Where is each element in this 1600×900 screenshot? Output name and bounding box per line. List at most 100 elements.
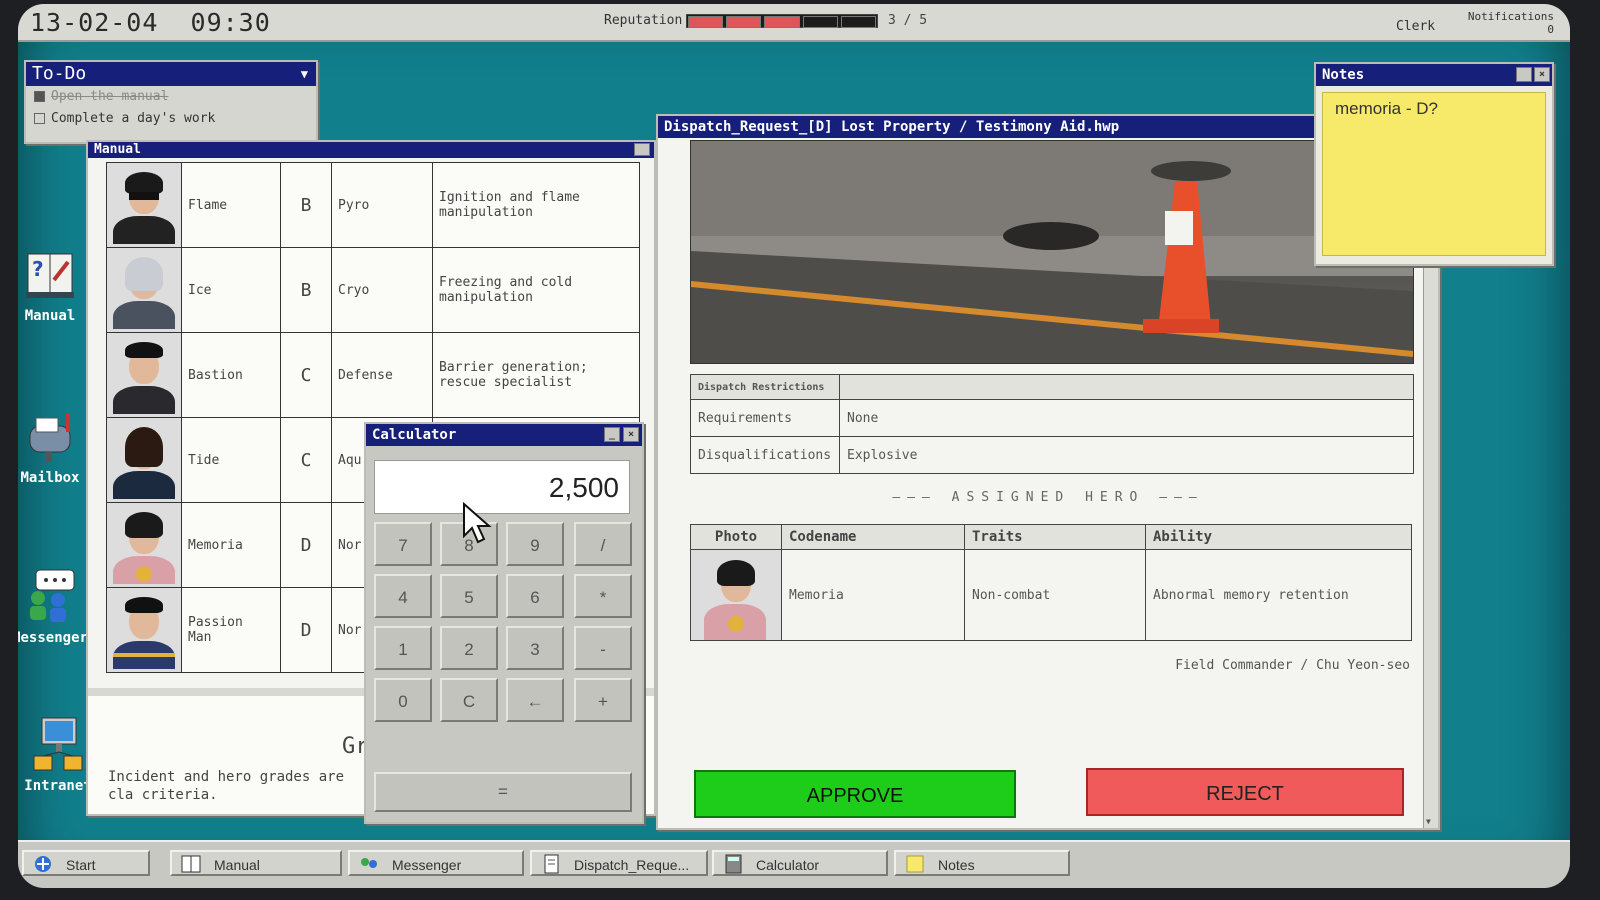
hero-trait: Defense	[331, 332, 433, 418]
taskbar-item-notes[interactable]: Notes	[894, 850, 1070, 876]
todo-item[interactable]: Complete a day's work	[26, 108, 316, 130]
notes-window: Notes × memoria - D?	[1314, 62, 1554, 266]
key-divide[interactable]: /	[574, 522, 632, 566]
checkbox-icon[interactable]	[34, 91, 45, 102]
hero-name: Flame	[181, 162, 281, 248]
taskbar-item-dispatch[interactable]: Dispatch_Reque...	[530, 850, 708, 876]
notes-titlebar[interactable]: Notes ×	[1316, 64, 1552, 86]
sticky-note-text[interactable]: memoria - D?	[1335, 99, 1438, 119]
hero-name: Tide	[181, 417, 281, 503]
avatar	[107, 251, 181, 329]
avatar	[107, 591, 181, 669]
taskbar-item-calculator[interactable]: Calculator	[712, 850, 888, 876]
minimize-icon[interactable]: _	[604, 427, 620, 442]
todo-item-label: Complete a day's work	[51, 111, 216, 126]
minimize-icon[interactable]	[634, 143, 650, 156]
todo-item-label: Open the manual	[51, 89, 169, 104]
avatar	[107, 506, 181, 584]
close-icon[interactable]: ×	[623, 427, 639, 442]
grades-text: Incident and hero grades are cla criteri…	[108, 769, 345, 803]
desktop-icon-manual[interactable]: ? Manual	[18, 246, 90, 324]
mouse-cursor-icon	[463, 502, 492, 544]
hero-trait: Cryo	[331, 247, 433, 333]
calculator-title: Calculator	[372, 427, 457, 443]
messenger-icon	[358, 854, 380, 874]
reputation-segment	[840, 16, 877, 28]
scroll-down-icon[interactable]: ▼	[1426, 817, 1431, 826]
key-5[interactable]: 5	[440, 574, 498, 618]
calculator-window: Calculator _ × 2,500 7 8 9 / 4 5 6 * 1 2…	[364, 422, 644, 824]
reputation-bar	[686, 14, 878, 28]
hero-grade: B	[280, 247, 332, 333]
close-icon[interactable]: ×	[1534, 67, 1550, 82]
hero-traits: Non-combat	[964, 549, 1146, 641]
disqualifications-value: Explosive	[839, 436, 1414, 474]
requirements-label: Requirements	[690, 399, 840, 437]
manual-book-icon: ?	[22, 246, 78, 302]
taskbar-item-label: Calculator	[756, 857, 820, 873]
notifications[interactable]: Notifications 0	[1442, 10, 1554, 36]
reputation-segment	[802, 16, 838, 28]
sticky-note[interactable]: memoria - D?	[1322, 92, 1546, 256]
taskbar: Start Manual Messenger Dispatch_Reque...…	[18, 840, 1570, 888]
status-bar: 13-02-04 09:30 Reputation 3 / 5 Clerk No…	[18, 4, 1570, 42]
taskbar-item-label: Dispatch_Reque...	[574, 857, 690, 873]
key-3[interactable]: 3	[506, 626, 564, 670]
key-7[interactable]: 7	[374, 522, 432, 566]
avatar	[107, 421, 181, 499]
reputation-value: 3 / 5	[888, 13, 928, 28]
todo-title: To-Do	[32, 63, 87, 84]
hero-photo	[106, 332, 182, 418]
hero-grade: C	[280, 417, 332, 503]
table-row: Ice B Cryo Freezing and cold manipulatio…	[106, 247, 640, 333]
minimize-icon[interactable]	[1516, 67, 1532, 82]
start-button[interactable]: Start	[22, 850, 150, 876]
dispatch-title: Dispatch_Request_[D] Lost Property / Tes…	[664, 119, 1120, 135]
hero-ability: Barrier generation; rescue specialist	[432, 332, 640, 418]
hero-codename: Memoria	[781, 549, 965, 641]
hero-photo	[106, 417, 182, 503]
desktop-icon-mailbox[interactable]: Mailbox	[18, 408, 90, 486]
todo-titlebar[interactable]: To-Do ▼	[26, 62, 316, 86]
mailbox-icon	[22, 408, 78, 464]
desktop-icon-messenger[interactable]: Messenger	[18, 568, 90, 646]
reputation-segment	[688, 16, 724, 28]
hero-grade: B	[280, 162, 332, 248]
document-icon	[540, 854, 562, 874]
start-icon	[32, 854, 54, 874]
todo-item[interactable]: Open the manual	[26, 86, 316, 108]
date-text: 13-02-04	[30, 8, 159, 37]
avatar	[107, 336, 181, 414]
dropdown-arrow-icon[interactable]: ▼	[301, 62, 308, 86]
key-9[interactable]: 9	[506, 522, 564, 566]
taskbar-item-messenger[interactable]: Messenger	[348, 850, 524, 876]
calculator-titlebar[interactable]: Calculator _ ×	[366, 424, 642, 446]
key-equals[interactable]: =	[374, 772, 632, 812]
hero-ability: Ignition and flame manipulation	[432, 162, 640, 248]
key-2[interactable]: 2	[440, 626, 498, 670]
field-commander: Field Commander / Chu Yeon-seo	[1175, 658, 1410, 673]
key-add[interactable]: +	[574, 678, 632, 722]
key-0[interactable]: 0	[374, 678, 432, 722]
avatar	[692, 550, 780, 640]
approve-button[interactable]: APPROVE	[694, 770, 1016, 818]
taskbar-item-manual[interactable]: Manual	[170, 850, 342, 876]
column-header: Codename	[781, 524, 965, 550]
key-clear[interactable]: C	[440, 678, 498, 722]
key-1[interactable]: 1	[374, 626, 432, 670]
key-multiply[interactable]: *	[574, 574, 632, 618]
key-subtract[interactable]: -	[574, 626, 632, 670]
assigned-hero-heading: ——— ASSIGNED HERO ———	[892, 490, 1204, 505]
reject-button[interactable]: REJECT	[1086, 768, 1404, 816]
todo-panel: To-Do ▼ Open the manual Complete a day's…	[24, 60, 318, 144]
notifications-count: 0	[1547, 23, 1554, 36]
taskbar-item-label: Messenger	[392, 857, 462, 873]
taskbar-item-label: Manual	[214, 857, 260, 873]
checkbox-icon[interactable]	[34, 113, 45, 124]
key-6[interactable]: 6	[506, 574, 564, 618]
manual-titlebar[interactable]: Manual	[88, 142, 654, 158]
key-4[interactable]: 4	[374, 574, 432, 618]
disqualifications-label: Disqualifications	[690, 436, 840, 474]
key-backspace[interactable]: ←	[506, 678, 564, 722]
messenger-icon	[22, 568, 78, 624]
